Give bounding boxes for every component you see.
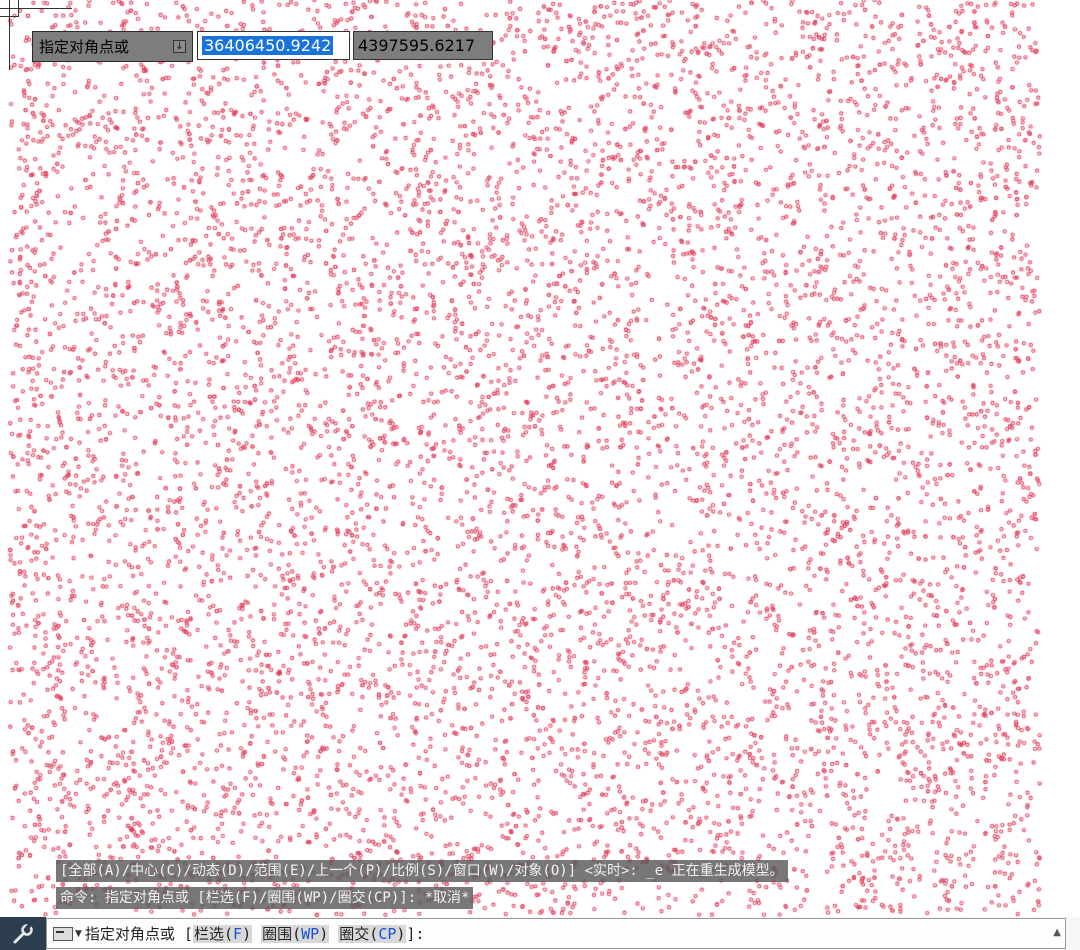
option-wpolygon[interactable]: 圈围(WP) (261, 925, 330, 943)
wrench-icon[interactable] (0, 917, 46, 950)
command-history-line-2: 命令: 指定对角点或 [栏选(F)/圈围(WP)/圈交(CP)]: *取消* (56, 887, 474, 909)
command-prompt-text: 指定对角点或 [栏选(F) 圈围(WP) 圈交(CP)]: (84, 925, 425, 943)
command-history-line-1: [全部(A)/中心(C)/动态(D)/范围(E)/上一个(P)/比例(S)/窗口… (56, 860, 788, 882)
dynamic-input-y-field[interactable]: 4397595.6217 (353, 31, 493, 60)
x-value-text: 36406450.9242 (202, 36, 334, 55)
drawing-canvas[interactable] (0, 0, 1080, 950)
scroll-up-icon[interactable]: ▲ (1053, 927, 1061, 938)
y-value-text: 4397595.6217 (358, 36, 476, 55)
dynamic-input-prompt[interactable]: 指定对角点或 ↓ (32, 31, 193, 62)
command-line-icon[interactable] (53, 926, 73, 941)
dropdown-arrow-icon[interactable]: ▼ (75, 929, 82, 939)
pick-box (0, 0, 19, 17)
option-fence[interactable]: 栏选(F) (193, 925, 253, 943)
option-cpolygon[interactable]: 圈交(CP) (338, 925, 407, 943)
dynamic-input-x-field[interactable]: 36406450.9242 (197, 31, 350, 60)
dynamic-input-prompt-text: 指定对角点或 (39, 38, 130, 56)
dropdown-arrow-icon[interactable]: ↓ (173, 40, 186, 53)
command-input[interactable]: ▼ 指定对角点或 [栏选(F) 圈围(WP) 圈交(CP)]: ▲ (46, 918, 1066, 949)
